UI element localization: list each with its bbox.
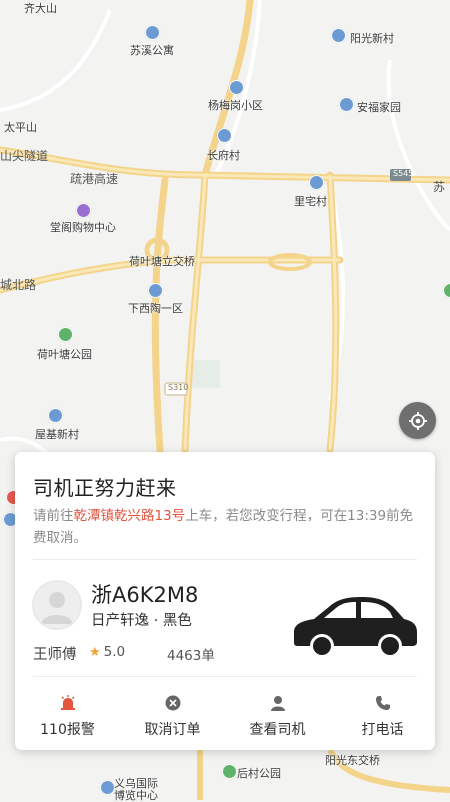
- avatar-placeholder-icon: [34, 582, 80, 628]
- poi-marker-icon: [100, 780, 115, 795]
- status-title: 司机正努力赶来: [33, 476, 177, 500]
- action-label: 110报警: [40, 722, 95, 738]
- order-count: 4463单: [167, 648, 215, 664]
- map-label: 屋基新村: [35, 428, 79, 441]
- phone-icon: [374, 694, 392, 712]
- poi-marker-icon: [309, 175, 324, 190]
- driver-name: 王师傅: [33, 647, 77, 663]
- map-label: 苏溪公寓: [130, 44, 174, 57]
- poi-marker-icon: [148, 283, 163, 298]
- action-label: 取消订单: [144, 722, 201, 738]
- poi-marker-icon: [48, 408, 63, 423]
- crosshair-icon: [408, 411, 427, 430]
- map-label: 阳光东交桥: [325, 754, 380, 767]
- road-label: 苏: [433, 180, 446, 194]
- call-driver-button[interactable]: 打电话: [330, 690, 435, 750]
- view-driver-button[interactable]: 查看司机: [225, 690, 330, 750]
- map-label: 下西陶一区: [128, 302, 183, 315]
- road-label: 山尖隧道: [0, 149, 49, 163]
- shopping-poi-icon: [76, 203, 91, 218]
- pickup-address-link[interactable]: 乾潭镇乾兴路13号: [74, 508, 186, 524]
- locate-me-button[interactable]: [399, 402, 436, 439]
- poi-marker-icon: [229, 80, 244, 95]
- map-label: 荷叶塘公园: [37, 348, 92, 361]
- map-label: 后村公园: [237, 767, 281, 780]
- status-description: 请前往乾潭镇乾兴路13号上车，若您改变行程，可在13:39前免费取消。: [33, 505, 421, 549]
- cancel-order-button[interactable]: 取消订单: [120, 690, 225, 750]
- driver-avatar[interactable]: [32, 580, 82, 630]
- map-label: 义乌国际 博览中心: [114, 777, 158, 802]
- map-label: 齐大山: [24, 2, 57, 15]
- road-label: 城北路: [0, 278, 37, 292]
- road-shield: S310: [168, 383, 189, 392]
- action-label: 查看司机: [249, 722, 306, 738]
- road-shield: S545: [393, 169, 414, 178]
- cancel-icon: [164, 694, 182, 712]
- star-icon: ★: [89, 644, 101, 660]
- poi-marker-icon: [217, 128, 232, 143]
- map-label: 堂阁购物中心: [50, 221, 116, 234]
- map-label: 太平山: [4, 121, 37, 134]
- park-poi-icon: [222, 764, 237, 779]
- car-icon: [294, 597, 417, 658]
- divider: [33, 559, 417, 560]
- emergency-110-button[interactable]: 110报警: [15, 690, 120, 750]
- rating-value: 5.0: [103, 644, 126, 660]
- car-model: 日产轩逸 · 黑色: [91, 613, 192, 629]
- action-bar: 110报警 取消订单 查看司机 打电话: [15, 690, 435, 750]
- alarm-icon: [59, 694, 77, 712]
- poi-marker-icon: [339, 97, 354, 112]
- driver-rating: ★ 5.0: [89, 644, 125, 660]
- action-label: 打电话: [361, 722, 404, 738]
- map-label: 里宅村: [294, 195, 327, 208]
- poi-marker-icon: [331, 28, 346, 43]
- map-label: 杨梅岗小区: [208, 99, 263, 112]
- map-label: 长府村: [207, 149, 240, 162]
- driver-icon: [269, 694, 287, 712]
- road-label: 疏港高速: [70, 172, 119, 186]
- divider: [33, 676, 417, 677]
- map-label: 荷叶塘立交桥: [129, 255, 195, 268]
- trip-status-card: 司机正努力赶来 请前往乾潭镇乾兴路13号上车，若您改变行程，可在13:39前免费…: [15, 452, 435, 750]
- license-plate: 浙A6K2M8: [91, 583, 199, 607]
- poi-marker-icon: [145, 25, 160, 40]
- desc-prefix: 请前往: [33, 508, 74, 524]
- map-label: 阳光新村: [350, 32, 394, 45]
- park-poi-icon: [58, 327, 73, 342]
- map-label: 安福家园: [357, 101, 401, 114]
